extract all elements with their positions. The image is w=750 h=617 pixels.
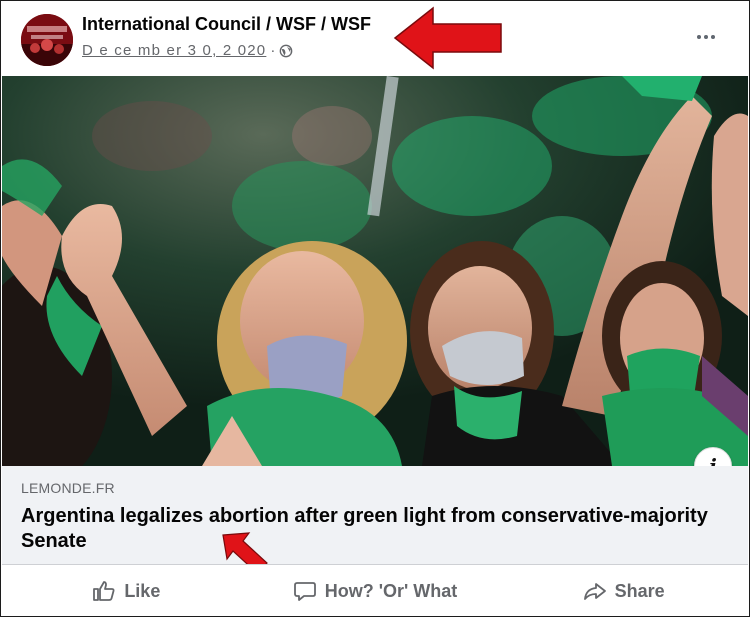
share-label: Share xyxy=(614,580,665,601)
link-domain: LEMONDE.FR xyxy=(21,480,115,496)
like-button[interactable]: Like xyxy=(2,565,251,616)
comment-label: How? 'Or' What xyxy=(324,580,458,601)
page-name[interactable]: International Council / WSF / WSF xyxy=(82,14,371,35)
globe-icon[interactable] xyxy=(279,44,293,58)
thumbs-up-icon xyxy=(93,581,115,601)
comment-icon xyxy=(293,582,316,601)
post-meta: D e ce mb er 3 0, 2 020 · xyxy=(82,42,293,59)
annotation-arrow-icon xyxy=(393,6,502,70)
page-avatar[interactable] xyxy=(21,14,73,66)
link-title[interactable]: Argentina legalizes abortion after green… xyxy=(21,504,721,554)
more-options-icon[interactable] xyxy=(691,25,721,49)
share-button[interactable]: Share xyxy=(499,565,748,616)
post-actions-bar: Like How? 'Or' What Share xyxy=(2,564,748,616)
link-preview[interactable]: LEMONDE.FR Argentina legalizes abortion … xyxy=(2,466,748,564)
facebook-post-card: International Council / WSF / WSF D e ce… xyxy=(0,0,750,617)
share-icon xyxy=(583,583,606,600)
article-photo[interactable] xyxy=(2,76,748,466)
meta-separator: · xyxy=(270,42,276,59)
comment-button[interactable]: How? 'Or' What xyxy=(251,565,500,616)
like-label: Like xyxy=(124,580,161,601)
post-date[interactable]: D e ce mb er 3 0, 2 020 xyxy=(82,42,266,59)
